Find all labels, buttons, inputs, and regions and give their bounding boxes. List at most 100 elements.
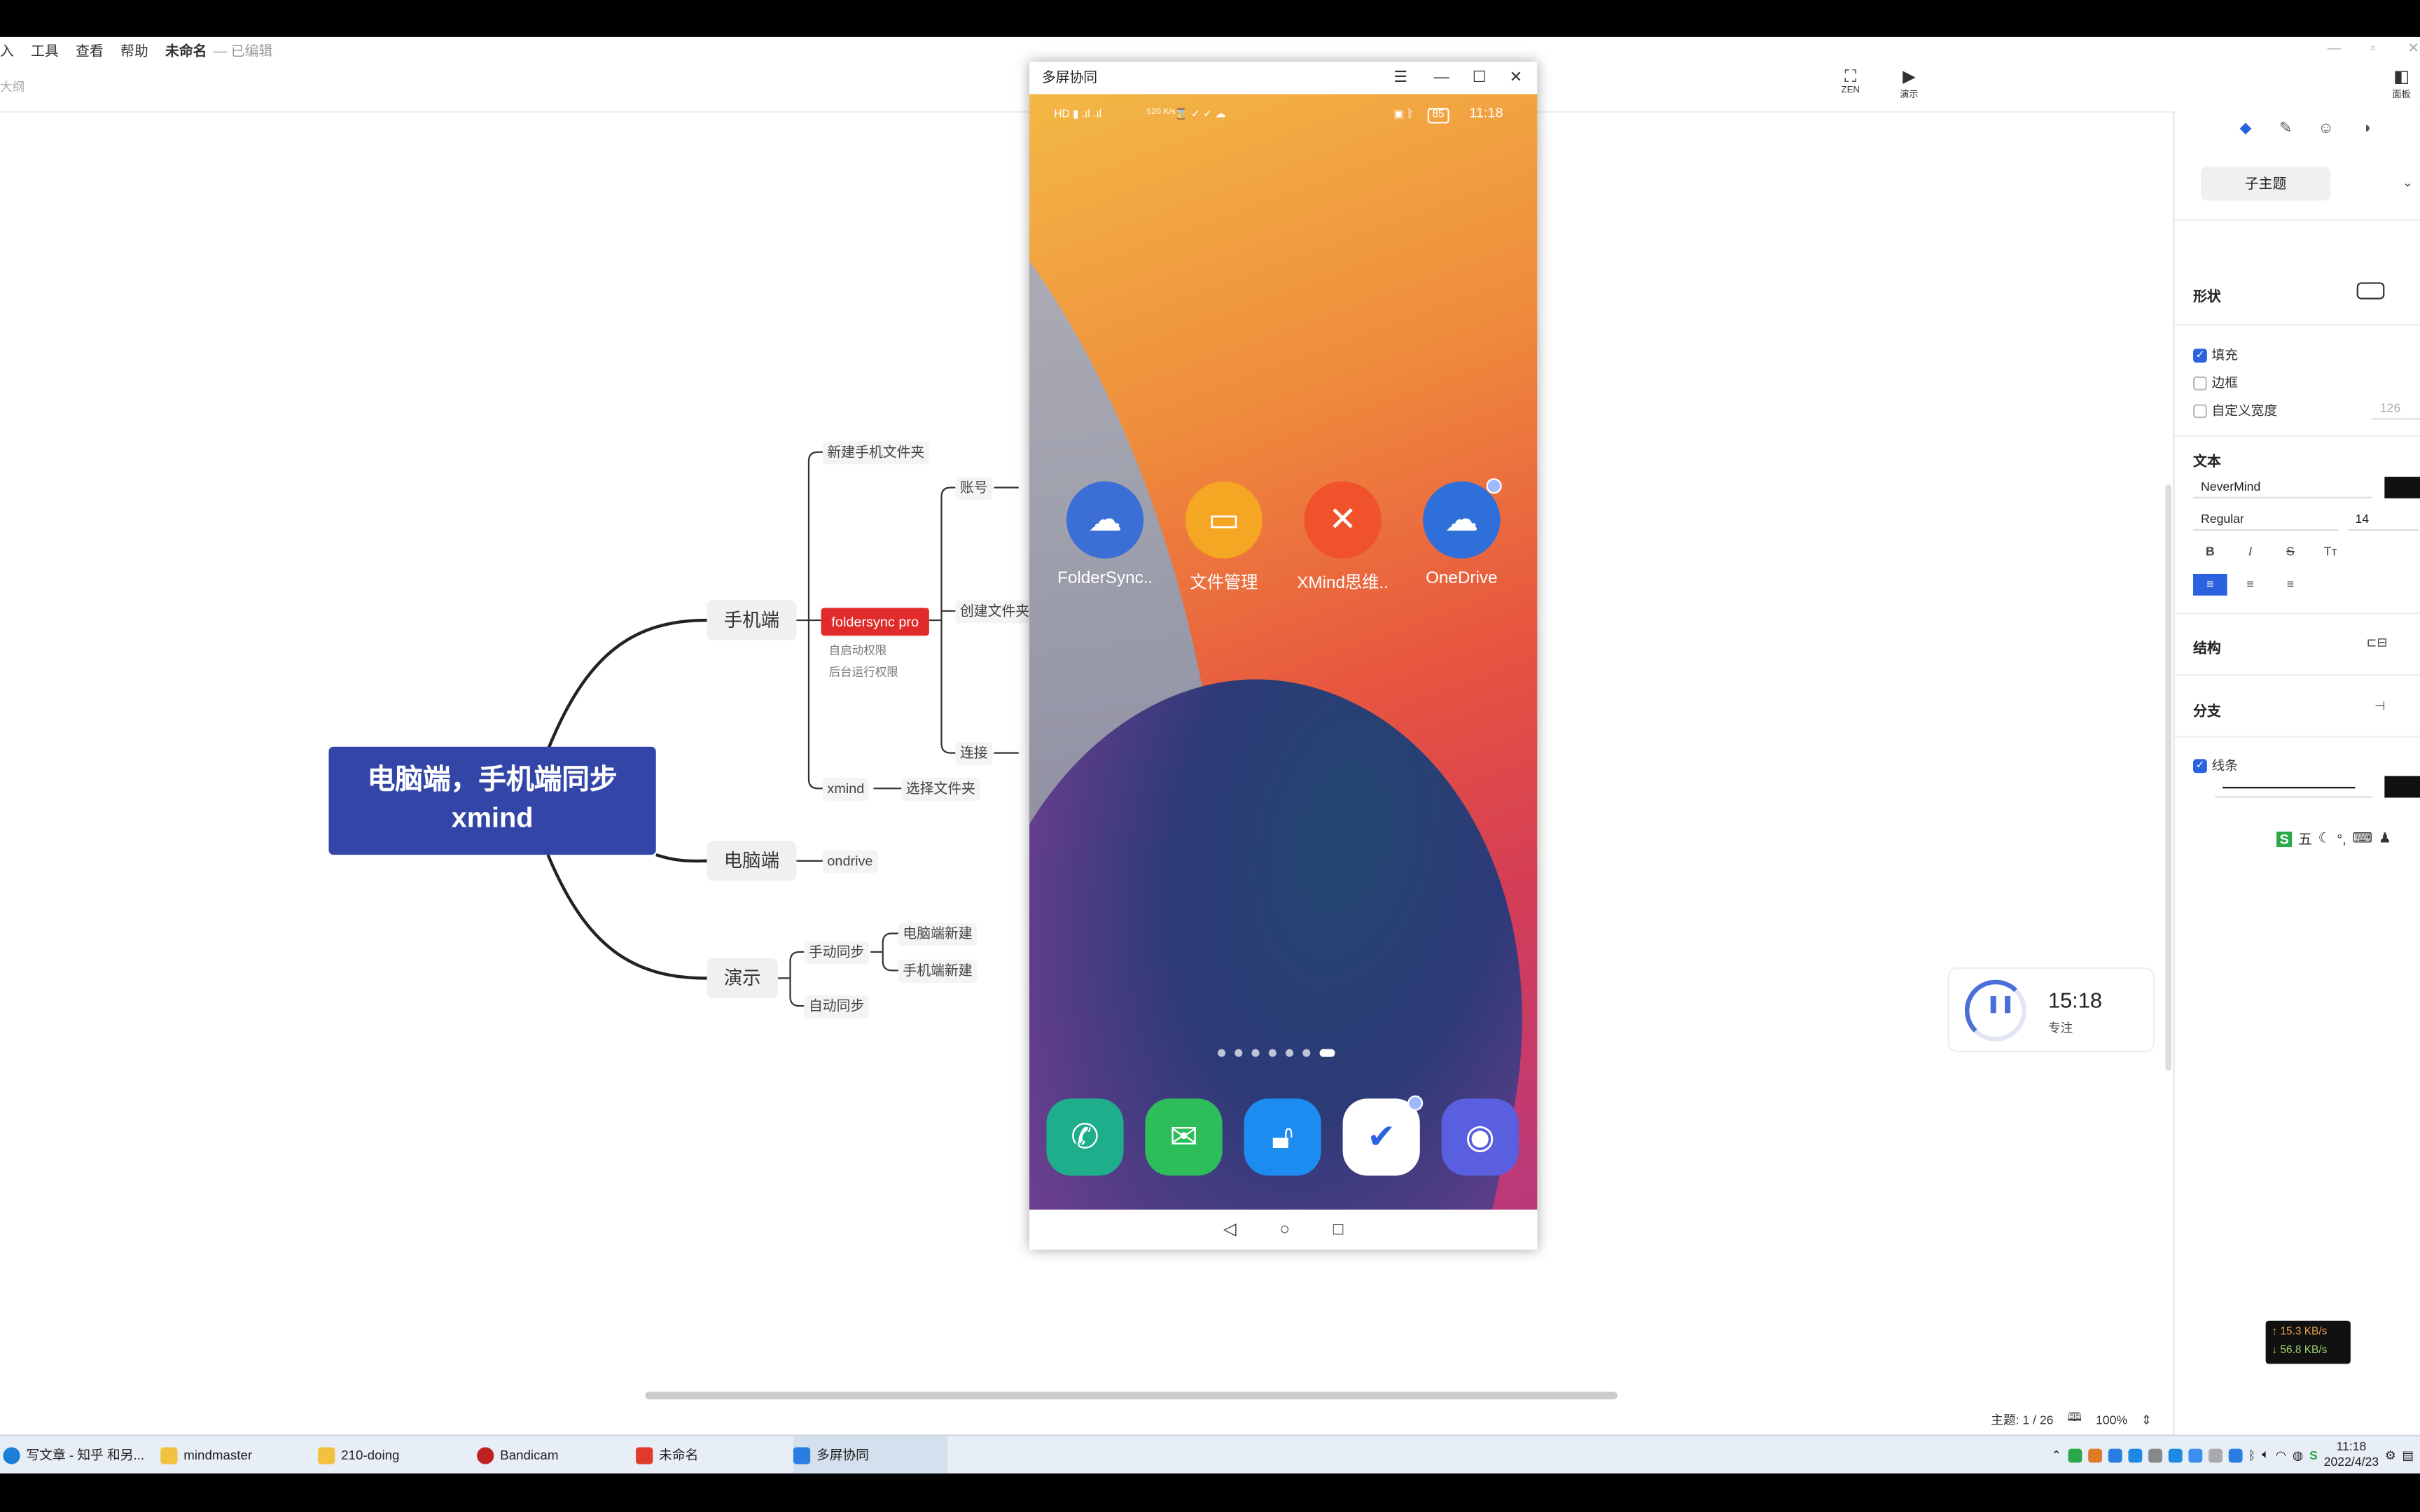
zoom-level[interactable]: 100% — [2096, 1413, 2127, 1427]
topic-account[interactable]: 账号 — [955, 477, 993, 500]
minimize-icon[interactable]: — — [2328, 40, 2342, 55]
minimize-icon[interactable]: — — [1434, 62, 1449, 94]
onedrive-icon[interactable] — [2168, 1448, 2183, 1462]
tray-app-icon[interactable] — [2067, 1448, 2082, 1462]
close-icon[interactable]: ✕ — [2407, 40, 2419, 57]
maximize-icon[interactable]: ☐ — [1473, 62, 1487, 94]
tray-app-icon[interactable] — [2208, 1448, 2223, 1462]
shape-select[interactable] — [2356, 282, 2385, 300]
font-weight-select[interactable]: Regular — [2193, 509, 2339, 531]
globe-icon[interactable]: ◍ — [2293, 1448, 2303, 1462]
foldersync-app-icon[interactable]: ☁ — [1066, 481, 1144, 559]
theme-tab-icon[interactable]: ◑ — [2357, 120, 2375, 137]
edit-tab-icon[interactable]: ✎ — [2276, 120, 2295, 137]
italic-icon[interactable]: I — [2233, 542, 2267, 564]
file-manager-app-icon[interactable]: ▭ — [1185, 481, 1263, 559]
central-topic[interactable]: 电脑端，手机端同步 xmind — [328, 746, 656, 855]
fill-checkbox[interactable]: ✓ 填充 — [2193, 346, 2238, 364]
topic-xmind[interactable]: xmind — [822, 777, 869, 801]
wifi-icon[interactable]: ◠ — [2276, 1448, 2286, 1462]
taskbar-item-mindmaster[interactable]: mindmaster — [160, 1436, 314, 1474]
emoji-tab-icon[interactable]: ☺ — [2316, 120, 2335, 137]
ime-toolbar[interactable]: S 五 ☾ °, ⌨ ♟ — [2276, 829, 2391, 849]
align-left-icon[interactable]: ≡ — [2193, 573, 2227, 596]
line-color-swatch[interactable] — [2384, 776, 2420, 798]
style-tab-icon[interactable]: ◆ — [2237, 120, 2255, 137]
taskbar-item-edge[interactable]: 写文章 - 知乎 和另... — [3, 1436, 157, 1474]
volume-icon[interactable]: 🔈︎ — [2262, 1447, 2269, 1462]
topic-choose-folder[interactable]: 选择文件夹 — [901, 777, 980, 801]
sogou-icon[interactable]: S — [2309, 1448, 2318, 1462]
topic-style-select[interactable]: 子主题 — [2201, 167, 2331, 201]
recents-icon[interactable]: □ — [1333, 1210, 1344, 1250]
focus-timer[interactable]: ❚❚ 15:18 专注 — [1947, 967, 2155, 1053]
notification-center-icon[interactable]: ▤ — [2402, 1448, 2414, 1462]
onedrive-app-icon[interactable]: ☁ — [1423, 481, 1501, 559]
home-icon[interactable]: ○ — [1279, 1210, 1290, 1250]
taskbar-item-multiscreen[interactable]: 多屏协同 — [793, 1436, 948, 1474]
steam-icon[interactable]: ⚙ — [2385, 1448, 2396, 1462]
topic-foldersync-pro[interactable]: foldersync pro — [821, 608, 929, 636]
horizontal-scrollbar[interactable] — [645, 1392, 1618, 1400]
clock[interactable]: 11:18 2022/4/23 — [2324, 1439, 2379, 1470]
tray-app-icon[interactable] — [2087, 1448, 2102, 1462]
camera-app-icon[interactable]: ◉ — [1441, 1098, 1519, 1176]
topic-demo[interactable]: 演示 — [707, 958, 778, 999]
topic-pc[interactable]: 电脑端 — [707, 841, 797, 881]
font-size-select[interactable]: 14 — [2347, 509, 2419, 531]
line-style-select[interactable] — [2214, 776, 2372, 798]
phone-app-icon[interactable]: ✆ — [1046, 1098, 1124, 1176]
taskbar-item-xmind[interactable]: 未命名 — [636, 1436, 790, 1474]
strikethrough-icon[interactable]: S — [2274, 542, 2307, 564]
panel-button[interactable]: ◧ 面板 — [2379, 68, 2420, 100]
chevron-up-icon[interactable]: ⌃ — [2051, 1448, 2061, 1462]
topic-create-folder[interactable]: 创建文件夹 — [955, 600, 1034, 624]
structure-label: 结构 — [2193, 640, 2221, 656]
unlock-app-icon[interactable]: 🔓︎ — [1244, 1098, 1321, 1176]
wechat-app-icon[interactable]: ✉ — [1145, 1098, 1223, 1176]
line-checkbox[interactable]: ✓ 线条 — [2193, 756, 2238, 774]
taskbar-item-210-doing[interactable]: 210-doing — [318, 1436, 472, 1474]
app-label-foldersync: FolderSync.. — [1057, 569, 1153, 588]
close-icon[interactable]: ✕ — [1510, 62, 1522, 94]
bluetooth-icon[interactable]: ᛒ — [2248, 1448, 2256, 1462]
pause-icon[interactable]: ❚❚ — [1987, 993, 2015, 1014]
border-checkbox[interactable]: 边框 — [2193, 373, 2238, 391]
topic-phone-new[interactable]: 手机端新建 — [898, 959, 978, 983]
tray-app-icon[interactable] — [2108, 1448, 2122, 1462]
topic-auto-sync[interactable]: 自动同步 — [804, 995, 869, 1018]
vertical-scrollbar[interactable] — [2165, 484, 2172, 1071]
branch-style-select[interactable]: ⊣ — [2363, 696, 2396, 718]
phone-screen[interactable]: HD ▮ .ıl .ıl 520 K/s ⌛ ✓ ✓ ☁ ▣ ᛒ 85 11:1… — [1029, 94, 1538, 1210]
topic-manual-sync[interactable]: 手动同步 — [804, 941, 869, 965]
taskbar-item-bandicam[interactable]: Bandicam — [477, 1436, 631, 1474]
menu-icon[interactable]: ☰ — [1393, 62, 1407, 94]
app-label-files: 文件管理 — [1190, 573, 1258, 593]
topic-new-phone-folder[interactable]: 新建手机文件夹 — [822, 441, 929, 465]
topic-ondrive[interactable]: ondrive — [822, 850, 878, 874]
onedrive-icon[interactable] — [2127, 1448, 2142, 1462]
text-case-icon[interactable]: Tт — [2314, 542, 2347, 564]
tasks-app-icon[interactable]: ✔ — [1342, 1098, 1420, 1176]
bold-icon[interactable]: B — [2193, 542, 2227, 564]
align-right-icon[interactable]: ≡ — [2274, 574, 2307, 596]
chevron-down-icon[interactable]: ⌄ — [2391, 173, 2420, 195]
onedrive-icon[interactable] — [2188, 1448, 2202, 1462]
custom-width-input[interactable]: 126 — [2372, 398, 2420, 420]
topic-phone[interactable]: 手机端 — [707, 600, 797, 640]
text-color-swatch[interactable] — [2384, 477, 2420, 498]
back-icon[interactable]: ◁ — [1223, 1210, 1237, 1250]
custom-width-checkbox[interactable]: 自定义宽度 — [2193, 401, 2277, 419]
tray-app-icon[interactable] — [2228, 1448, 2242, 1462]
topic-pc-new[interactable]: 电脑端新建 — [898, 923, 978, 946]
cloud-icon[interactable] — [2148, 1448, 2162, 1462]
topic-connect[interactable]: 连接 — [955, 742, 993, 766]
xmind-app-icon[interactable]: ✕ — [1304, 481, 1382, 559]
structure-select[interactable]: ⊏⊟ — [2360, 633, 2393, 654]
restore-icon[interactable]: ▫ — [2370, 40, 2375, 55]
zoom-stepper-icon[interactable]: ⇕ — [2141, 1413, 2152, 1427]
align-center-icon[interactable]: ≡ — [2233, 574, 2267, 596]
phone-window-titlebar[interactable]: 多屏协同 ☰ — ☐ ✕ — [1029, 62, 1537, 94]
map-icon[interactable]: 🕮 — [2067, 1408, 2082, 1430]
font-family-select[interactable]: NeverMind — [2193, 477, 2372, 498]
